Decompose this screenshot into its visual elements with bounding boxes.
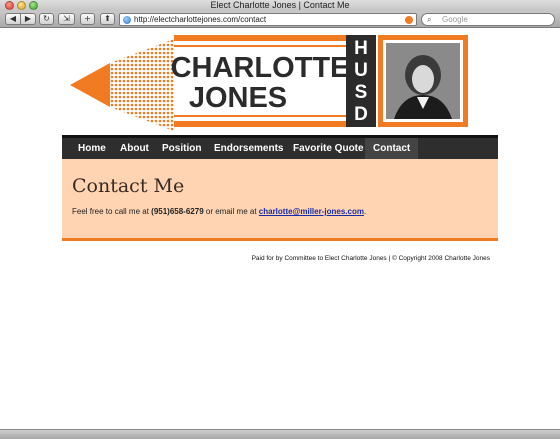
forward-button[interactable]: ▶ <box>20 13 36 25</box>
site-globe-icon <box>123 16 131 24</box>
district-letter-u: U <box>354 60 368 81</box>
nav-home[interactable]: Home <box>70 138 114 159</box>
browser-toolbar: ◀ ▶ ↻ ⇲ + ⬆ http://electcharlottejones.c… <box>0 11 560 28</box>
web-page: CHARLOTTE JONES H U S D Home About Posit… <box>0 29 560 429</box>
phone-number: (951)658-6279 <box>151 207 204 216</box>
candidate-photo <box>386 43 460 119</box>
candidate-name-line1: CHARLOTTE <box>171 52 350 84</box>
search-placeholder: Google <box>442 15 468 24</box>
share-button[interactable]: ⬆ <box>100 13 115 25</box>
window-title: Elect Charlotte Jones | Contact Me <box>210 0 350 10</box>
reload-icon: ↻ <box>43 14 50 23</box>
candidate-name-line2: JONES <box>189 82 287 114</box>
nav-position[interactable]: Position <box>154 138 209 159</box>
pencil-bottom-stripe <box>174 121 346 127</box>
contact-paragraph: Feel free to call me at (951)658-6279 or… <box>72 207 366 217</box>
address-bar[interactable]: http://electcharlottejones.com/contact <box>119 13 417 26</box>
url-text[interactable]: http://electcharlottejones.com/contact <box>134 14 266 25</box>
pencil-top-stripe <box>174 35 346 41</box>
forward-arrow-icon: ▶ <box>24 14 32 23</box>
plus-icon: + <box>84 14 91 23</box>
pencil-wood <box>110 39 174 131</box>
district-letter-s: S <box>355 82 368 103</box>
nav-contact[interactable]: Contact <box>365 138 419 159</box>
rss-icon[interactable] <box>405 16 413 24</box>
snapback-icon: ⇲ <box>63 14 70 23</box>
back-button[interactable]: ◀ <box>5 13 21 25</box>
back-arrow-icon: ◀ <box>9 14 17 23</box>
contact-text-end: . <box>363 207 367 216</box>
share-icon: ⬆ <box>104 14 111 23</box>
pencil-inner-line-bottom <box>174 115 346 117</box>
district-letter-d: D <box>354 104 368 125</box>
content-panel: Contact Me Feel free to call me at (951)… <box>62 159 498 241</box>
add-bookmark-button[interactable]: + <box>80 13 95 25</box>
snapback-button[interactable]: ⇲ <box>58 13 75 25</box>
campaign-header: CHARLOTTE JONES H U S D <box>70 35 468 131</box>
search-field[interactable]: ⌕ Google <box>421 13 555 26</box>
reload-button[interactable]: ↻ <box>39 13 54 25</box>
main-nav: Home About Position Endorsements Favorit… <box>62 135 498 159</box>
contact-text-intro: Feel free to call me at <box>72 207 152 216</box>
email-link[interactable]: charlotte@miller-jones.com <box>259 207 364 216</box>
nav-about[interactable]: About <box>112 138 157 159</box>
nav-endorsements[interactable]: Endorsements <box>206 138 291 159</box>
contact-text-middle: or email me at <box>203 207 259 216</box>
magnifier-icon: ⌕ <box>427 15 432 24</box>
page-title: Contact Me <box>72 175 185 197</box>
page-footer: Paid for by Committee to Elect Charlotte… <box>251 255 490 262</box>
district-letter-h: H <box>354 38 368 59</box>
window-titlebar: Elect Charlotte Jones | Contact Me <box>0 0 560 11</box>
browser-statusbar <box>0 429 560 439</box>
pencil-tip <box>70 63 110 107</box>
nav-favorite-quote[interactable]: Favorite Quote <box>285 138 372 159</box>
pencil-inner-line-top <box>174 45 346 47</box>
